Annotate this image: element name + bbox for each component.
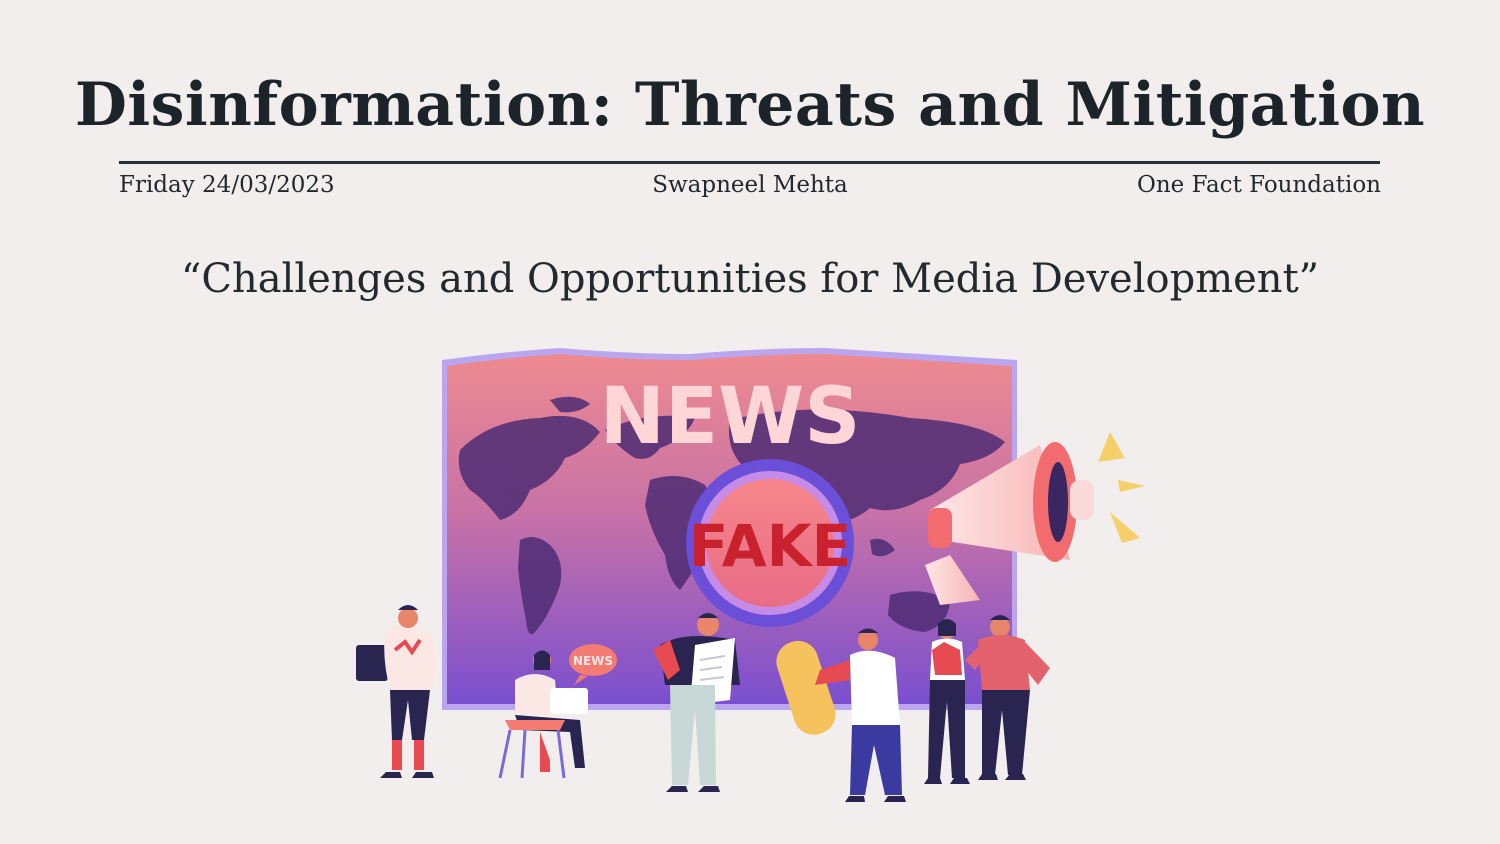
slide-title: Disinformation: Threats and Mitigation [74, 70, 1426, 140]
person-with-tablet [356, 605, 436, 778]
lens-fake-text: FAKE [689, 512, 851, 580]
banner-news-text: NEWS [600, 372, 861, 462]
title-divider [119, 161, 1380, 164]
slide-subtitle: “Challenges and Opportunities for Media … [180, 256, 1320, 302]
organization-name: One Fact Foundation [1136, 172, 1381, 198]
fake-news-illustration: NEWS FAKE NEWS [356, 348, 1145, 802]
speech-bubble-news-text: NEWS [573, 654, 613, 668]
person-pair-talking [924, 615, 1050, 784]
